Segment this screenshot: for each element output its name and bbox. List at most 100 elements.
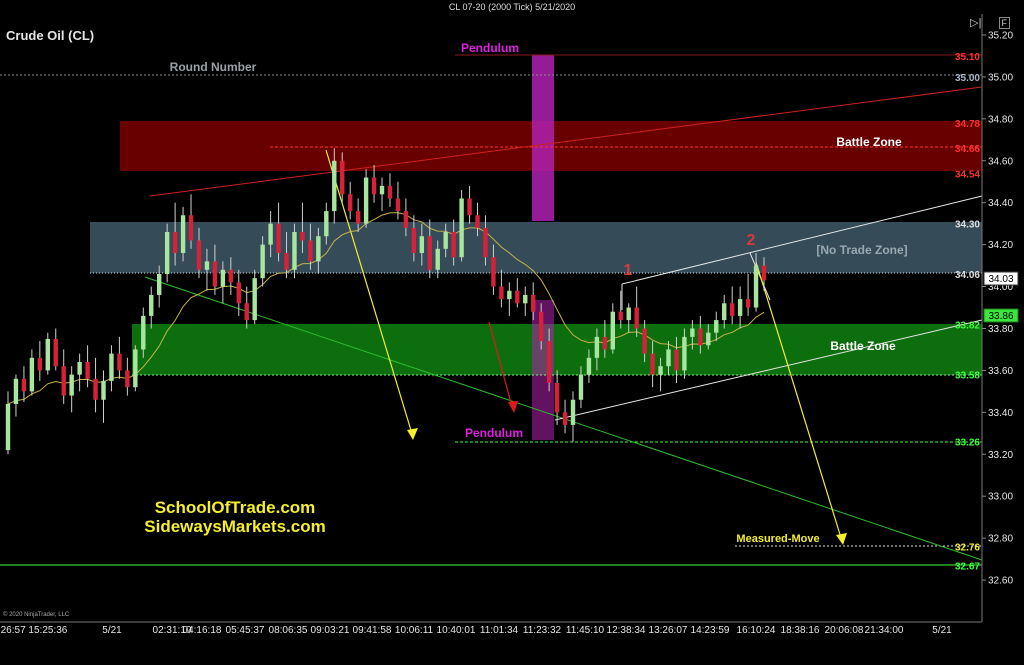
candle-body bbox=[347, 194, 353, 212]
time-label: 20:06:08 bbox=[825, 625, 864, 636]
candle-body bbox=[546, 341, 552, 383]
time-label: 21:34:00 bbox=[865, 625, 904, 636]
price-tick-label: 33.40 bbox=[988, 408, 1013, 419]
candle-body bbox=[101, 380, 106, 400]
level-label: 32.76 bbox=[955, 543, 980, 554]
candle-body bbox=[467, 198, 472, 216]
candle-body bbox=[658, 366, 663, 375]
candle-body bbox=[618, 311, 623, 321]
candle-body bbox=[538, 311, 544, 342]
candle-body bbox=[491, 257, 496, 287]
candle-body bbox=[117, 353, 122, 371]
candle-body bbox=[93, 378, 98, 400]
candle-body bbox=[196, 240, 202, 270]
candle-body bbox=[403, 211, 409, 228]
candle-body bbox=[387, 185, 393, 199]
candlestick-chart[interactable]: 32.60 32.80 33.00 33.20 33.40 33.60 33.80 34.00… bbox=[0, 0, 1024, 660]
candle-body bbox=[753, 265, 759, 308]
candle-body bbox=[340, 160, 345, 195]
price-tick-label: 34.80 bbox=[988, 114, 1013, 125]
candle-body bbox=[698, 328, 703, 346]
chart-canvas[interactable]: 32.6032.8033.0033.2033.4033.6033.8034.00… bbox=[0, 0, 1024, 660]
level-label: 35.10 bbox=[955, 52, 980, 63]
annotation-label: 1 bbox=[624, 262, 633, 279]
candle-body bbox=[411, 227, 417, 254]
candle-body bbox=[722, 303, 727, 321]
candle-body bbox=[149, 294, 154, 316]
candle-body bbox=[443, 232, 448, 249]
price-tick-label: 34.60 bbox=[988, 156, 1013, 167]
candle-body bbox=[284, 253, 289, 270]
candle-body bbox=[69, 374, 74, 396]
annotation-label: Pendulum bbox=[461, 41, 519, 55]
candle-body bbox=[499, 286, 504, 300]
level-label: 34.54 bbox=[955, 169, 980, 180]
time-label: 16:10:24 bbox=[737, 625, 776, 636]
annotation-label: [No Trade Zone] bbox=[816, 243, 907, 257]
candle-body bbox=[626, 307, 631, 321]
candle-body bbox=[268, 223, 273, 245]
candle-body bbox=[157, 273, 162, 295]
candle-body bbox=[324, 211, 329, 237]
candle-body bbox=[419, 236, 425, 254]
candle-body bbox=[228, 269, 234, 283]
watermark-sideways: SidewaysMarkets.com bbox=[144, 517, 326, 536]
marker-price-text: 33.86 bbox=[988, 311, 1013, 322]
time-label: 26:57 15:25:36 bbox=[1, 625, 68, 636]
level-label: 34.66 bbox=[955, 144, 980, 155]
annotation-label: Battle Zone bbox=[836, 135, 902, 149]
candle-body bbox=[85, 362, 90, 379]
candle-body bbox=[602, 336, 608, 350]
candle-body bbox=[141, 315, 146, 350]
level-label: 33.58 bbox=[955, 371, 980, 382]
candle-body bbox=[610, 311, 615, 350]
candle-body bbox=[634, 307, 639, 329]
candle-body bbox=[570, 399, 576, 425]
price-tick-label: 34.40 bbox=[988, 198, 1013, 209]
candle-body bbox=[371, 177, 377, 195]
candle-body bbox=[690, 328, 695, 337]
price-tick-label: 32.60 bbox=[988, 576, 1013, 587]
candle-body bbox=[594, 336, 600, 358]
candle-body bbox=[5, 403, 11, 451]
time-label: 14:23:59 bbox=[691, 625, 730, 636]
candle-body bbox=[562, 412, 568, 425]
price-tick-label: 33.80 bbox=[988, 324, 1013, 335]
time-labels: 26:57 15:25:36 5/21 02:31:1004:16:18 05:45:… bbox=[1, 625, 953, 636]
time-label: 05:45:37 bbox=[226, 625, 265, 636]
f-icon[interactable]: F bbox=[998, 17, 1010, 29]
candle-body bbox=[308, 240, 313, 262]
arrow-yellow-2-head bbox=[836, 533, 847, 545]
time-label: 08:06:35 bbox=[269, 625, 308, 636]
time-label: 09:03:21 bbox=[311, 625, 350, 636]
candle-body bbox=[164, 232, 170, 274]
candle-body bbox=[125, 370, 130, 388]
candle-body bbox=[578, 374, 584, 400]
annotation-label: Measured-Move bbox=[736, 533, 819, 545]
time-label: 5/21 bbox=[932, 625, 952, 636]
candle-body bbox=[133, 349, 138, 388]
candle-body bbox=[761, 265, 767, 281]
annotation-label: Pendulum bbox=[465, 426, 523, 440]
time-label: 12:38:34 bbox=[607, 625, 646, 636]
candle-body bbox=[523, 294, 528, 304]
candle-body bbox=[586, 357, 592, 375]
level-label: 34.30 bbox=[955, 220, 980, 231]
candle-body bbox=[292, 232, 297, 270]
level-label: 32.67 bbox=[955, 561, 980, 572]
watermark-school: SchoolOfTrade.com bbox=[154, 498, 316, 517]
candle-body bbox=[642, 328, 647, 354]
level-label: 35.00 bbox=[955, 73, 980, 84]
candle-body bbox=[379, 185, 385, 195]
play-icon[interactable]: ▷| bbox=[970, 17, 981, 29]
instrument-label: Crude Oil (CL) bbox=[6, 28, 95, 43]
candle-body bbox=[13, 378, 19, 404]
time-label: 11:01:34 bbox=[480, 625, 519, 636]
time-label: 13:26:07 bbox=[649, 625, 688, 636]
candle-body bbox=[451, 232, 456, 258]
candle-body bbox=[61, 366, 66, 396]
candle-body bbox=[475, 215, 480, 228]
candle-body bbox=[395, 198, 401, 212]
price-tick-label: 35.00 bbox=[988, 72, 1013, 83]
time-label: 5/21 bbox=[102, 625, 122, 636]
